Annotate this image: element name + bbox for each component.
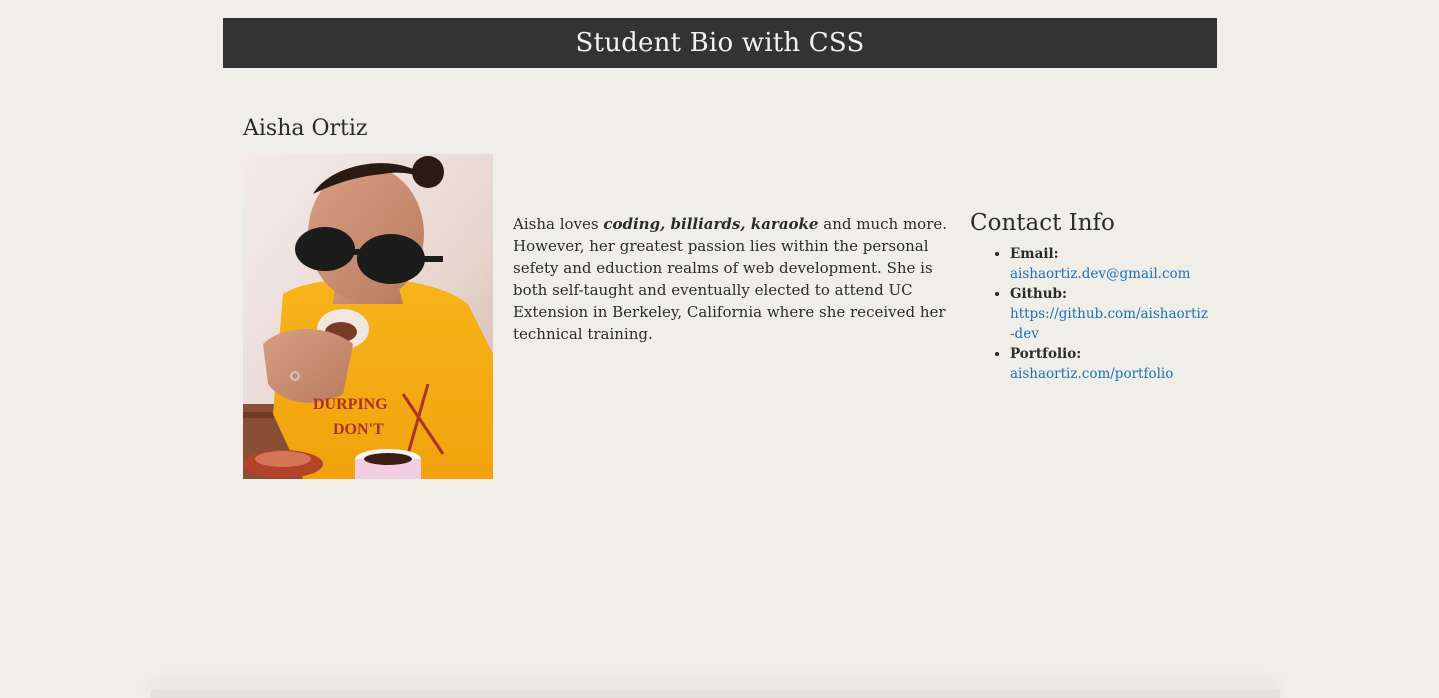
contact-item-portfolio: Portfolio: aishaortiz.com/portfolio bbox=[1010, 344, 1210, 384]
contact-list: Email: aishaortiz.dev@gmail.com Github: … bbox=[970, 244, 1210, 384]
svg-text:DON'T: DON'T bbox=[333, 421, 384, 438]
student-name: Aisha Ortiz bbox=[243, 116, 368, 141]
bio-intro: Aisha loves bbox=[513, 215, 604, 233]
svg-text:DURPING: DURPING bbox=[313, 396, 388, 413]
footer-edge bbox=[150, 690, 1280, 698]
email-link[interactable]: aishaortiz.dev@gmail.com bbox=[1010, 266, 1190, 282]
bio-hobbies: coding, billiards, karaoke bbox=[603, 215, 819, 233]
contact-label-email: Email: bbox=[1010, 246, 1059, 262]
contact-heading: Contact Info bbox=[970, 210, 1115, 236]
github-link[interactable]: https://github.com/aishaortiz-dev bbox=[1010, 306, 1208, 342]
page-title: Student Bio with CSS bbox=[575, 28, 865, 58]
contact-info: Contact Info Email: aishaortiz.dev@gmail… bbox=[970, 210, 1210, 384]
contact-label-github: Github: bbox=[1010, 286, 1067, 302]
bio-paragraph: Aisha loves coding, billiards, karaoke a… bbox=[513, 213, 948, 345]
profile-photo: DURPING DON'T bbox=[243, 154, 493, 479]
portfolio-link[interactable]: aishaortiz.com/portfolio bbox=[1010, 366, 1173, 382]
profile-photo-image: DURPING DON'T bbox=[243, 154, 493, 479]
page-header: Student Bio with CSS bbox=[223, 18, 1217, 68]
contact-item-email: Email: aishaortiz.dev@gmail.com bbox=[1010, 244, 1210, 284]
contact-label-portfolio: Portfolio: bbox=[1010, 346, 1082, 362]
contact-item-github: Github: https://github.com/aishaortiz-de… bbox=[1010, 284, 1210, 344]
bio-rest: and much more. However, her greatest pas… bbox=[513, 215, 948, 343]
page: Student Bio with CSS Aisha Ortiz DURPING… bbox=[0, 0, 1439, 698]
